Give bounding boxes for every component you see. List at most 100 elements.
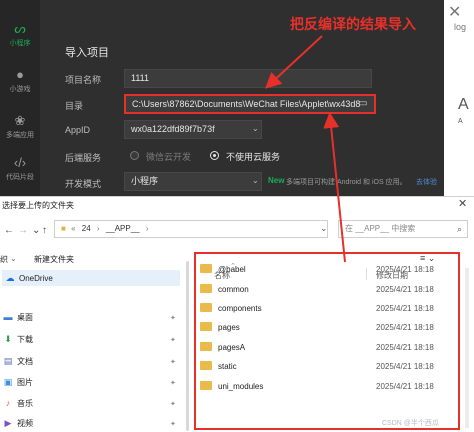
file-row[interactable]: pages <box>200 320 240 336</box>
nav-scrollbar[interactable] <box>186 261 189 431</box>
watermark-text: CSDN @半个西瓜 <box>382 420 439 427</box>
nav-item-music[interactable]: ♪ 音乐 <box>2 398 33 414</box>
multiplatform-icon: ❀ <box>14 113 26 128</box>
close-icon[interactable]: ✕ <box>458 197 467 210</box>
back-arrow-icon[interactable]: ← <box>4 225 14 236</box>
up-arrow-icon[interactable]: ↑ <box>42 225 47 236</box>
chevron-down-icon[interactable]: ⌄ <box>32 225 40 236</box>
chevron-down-icon[interactable]: ⌄ <box>320 223 328 234</box>
new-hint-text: 多端项目可构建 Android 和 iOS 应用。 <box>286 179 407 186</box>
annotation-text: 把反编译的结果导入 <box>290 16 416 32</box>
pin-icon[interactable]: ✦ <box>170 400 176 408</box>
nav-item-desktop[interactable]: ▬ 桌面 <box>2 312 34 328</box>
pin-icon[interactable]: ✦ <box>170 336 176 344</box>
nav-item-label: 图片 <box>17 378 33 387</box>
folder-icon <box>200 361 212 370</box>
nav-item-label: 视频 <box>17 419 33 428</box>
chevron-right-icon: › <box>145 224 149 233</box>
folder-browse-icon[interactable]: ▭ <box>358 98 367 109</box>
breadcrumb-item[interactable]: 24 <box>82 224 91 233</box>
sidebar-item-multiplatform[interactable]: ❀ 多端应用 <box>0 114 40 140</box>
nav-item-label: 桌面 <box>17 313 33 322</box>
background-small-text: A <box>458 118 463 125</box>
chevron-down-icon[interactable]: ⌄ <box>10 254 17 263</box>
folder-icon: ■ <box>61 224 66 233</box>
nav-item-label: OneDrive <box>19 274 53 283</box>
file-name: @babel <box>218 265 246 274</box>
folder-icon <box>200 342 212 351</box>
folder-icon <box>200 381 212 390</box>
appid-field[interactable]: wx0a122dfd89f7b73f <box>124 120 262 139</box>
directory-field[interactable]: C:\Users\87862\Documents\WeChat Files\Ap… <box>124 94 376 114</box>
address-bar[interactable]: ■ « 24 › __APP__ › <box>54 220 328 238</box>
close-icon[interactable]: ✕ <box>448 2 461 22</box>
sidebar-item-miniprogram[interactable]: ᔕ 小程序 <box>0 22 40 48</box>
file-row[interactable]: pagesA <box>200 340 245 356</box>
cloud-icon: ☁ <box>5 273 15 283</box>
picture-icon: ▣ <box>3 377 13 387</box>
picker-title: 选择要上传的文件夹 <box>2 201 74 210</box>
nav-item-videos[interactable]: ▶ 视频 <box>2 418 33 432</box>
pin-icon[interactable]: ✦ <box>170 420 176 428</box>
file-row[interactable]: @babel <box>200 262 246 278</box>
background-window-strip: ✕ log A A <box>444 0 474 196</box>
search-icon[interactable]: ⌕ <box>457 221 462 237</box>
nav-item-documents[interactable]: ▤ 文档 <box>2 356 33 372</box>
desktop-icon: ▬ <box>3 312 13 322</box>
folder-icon <box>200 284 212 293</box>
pin-icon[interactable]: ✦ <box>170 314 176 322</box>
radio-cloud-dev[interactable] <box>130 151 139 160</box>
minigame-icon: ● <box>16 67 24 82</box>
sidebar-item-label: 小游戏 <box>9 86 31 93</box>
background-letter: A <box>458 96 469 113</box>
file-row[interactable]: uni_modules <box>200 379 263 395</box>
file-row[interactable]: components <box>200 301 262 317</box>
file-row[interactable]: common <box>200 282 249 298</box>
file-date: 2025/4/21 18:18 <box>376 304 434 313</box>
chevron-right-icon: › <box>96 224 100 233</box>
dev-mode-select[interactable]: 小程序 <box>124 172 262 191</box>
chevron-down-icon[interactable]: ⌄ <box>252 176 259 185</box>
organize-button[interactable]: 织 <box>0 254 8 265</box>
forward-arrow-icon[interactable]: → <box>18 225 28 236</box>
breadcrumb-item[interactable]: __APP__ <box>106 224 140 233</box>
nav-item-onedrive[interactable]: ☁ OneDrive <box>2 270 180 286</box>
folder-icon <box>200 264 212 273</box>
pin-icon[interactable]: ✦ <box>170 379 176 387</box>
pin-icon[interactable]: ✦ <box>170 358 176 366</box>
music-icon: ♪ <box>5 398 11 408</box>
appid-label: AppID <box>65 125 91 135</box>
file-name: static <box>218 362 237 371</box>
nav-item-label: 下载 <box>17 335 33 344</box>
new-badge: New <box>268 176 285 185</box>
nav-item-label: 音乐 <box>17 399 33 408</box>
devtools-window: ᔕ 小程序 ● 小游戏 ❀ 多端应用 ‹/› 代码片段 导入项目 项目名称 11… <box>0 0 474 196</box>
radio-no-cloud[interactable] <box>210 151 219 160</box>
sidebar-item-minigame[interactable]: ● 小游戏 <box>0 68 40 94</box>
search-input[interactable]: 在 __APP__ 中搜索 ⌕ <box>338 220 468 238</box>
sidebar: ᔕ 小程序 ● 小游戏 ❀ 多端应用 ‹/› 代码片段 <box>0 0 40 196</box>
project-name-field[interactable]: 1111 <box>124 69 372 88</box>
overflow-icon[interactable]: « <box>71 224 75 233</box>
file-date: 2025/4/21 18:18 <box>376 265 434 274</box>
file-name: components <box>218 304 262 313</box>
document-icon: ▤ <box>3 356 13 366</box>
project-name-label: 项目名称 <box>65 75 102 85</box>
folder-icon <box>200 322 212 331</box>
new-folder-button[interactable]: 新建文件夹 <box>34 254 74 265</box>
sidebar-item-code-snippet[interactable]: ‹/› 代码片段 <box>0 156 40 182</box>
chevron-down-icon[interactable]: ⌄ <box>252 124 259 133</box>
file-row[interactable]: static <box>200 359 237 375</box>
sidebar-item-label: 代码片段 <box>6 174 34 181</box>
radio-cloud-dev-label: 微信云开发 <box>146 152 192 162</box>
try-it-link[interactable]: 去体验 <box>416 177 437 187</box>
file-date: 2025/4/21 18:18 <box>376 382 434 391</box>
miniprogram-icon: ᔕ <box>14 21 26 36</box>
sidebar-item-label: 多端应用 <box>6 132 34 139</box>
dev-mode-label: 开发模式 <box>65 179 102 189</box>
nav-item-pictures[interactable]: ▣ 图片 <box>2 377 33 393</box>
background-text: log <box>454 22 467 32</box>
file-name: pages <box>218 323 240 332</box>
file-list-scrollbar[interactable] <box>465 268 469 428</box>
nav-item-downloads[interactable]: ⬇ 下载 <box>2 334 33 350</box>
